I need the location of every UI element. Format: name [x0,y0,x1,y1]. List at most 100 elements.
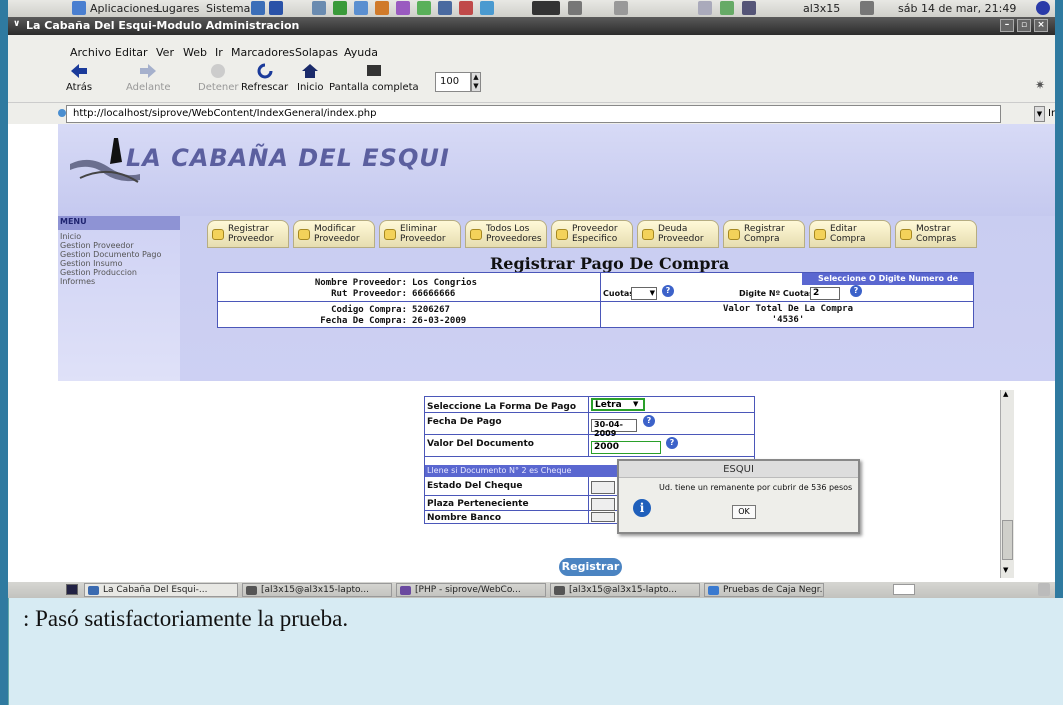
tray-icon[interactable] [742,1,756,15]
menu-item-informes[interactable]: Informes [60,277,95,286]
workspace-switcher[interactable] [893,584,915,595]
browser-toolbar: Atrás Adelante Detener Refrescar Inicio … [8,58,1055,102]
plaza-label: Plaza Perteneciente [427,499,529,509]
help-icon[interactable]: ? [666,437,678,449]
task-item[interactable]: [PHP - siprove/WebCo... [396,583,546,597]
valor-documento-input[interactable]: 2000 [591,441,661,454]
go-button[interactable]: Ir [1048,108,1055,119]
gnome-taskbar: La Cabaña Del Esqui-... [al3x15@al3x15-l… [8,582,1055,598]
dialog-title: ESQUI [619,461,858,478]
fullscreen-button[interactable]: Pantalla completa [329,62,419,93]
scrollbar-thumb[interactable] [1002,520,1013,560]
launcher-icon[interactable] [568,1,582,15]
help-icon[interactable]: ? [662,285,674,297]
valor-total-label: Valor Total De La Compra [722,304,854,314]
zoom-stepper[interactable]: ▲ ▼ [471,72,481,92]
tab-todos-los-proveedores[interactable]: Todos Los Proveedores [465,220,547,248]
network-icon[interactable] [860,1,874,15]
show-desktop-icon[interactable] [66,584,78,595]
table-divider [588,397,589,457]
writer-icon[interactable] [269,1,283,15]
power-icon[interactable] [1036,1,1050,15]
menu-item-gestion-insumo[interactable]: Gestion Insumo [60,259,123,268]
tab-eliminar-proveedor[interactable]: Eliminar Proveedor [379,220,461,248]
help-icon[interactable]: ? [643,415,655,427]
tab-deuda-proveedor[interactable]: Deuda Proveedor [637,220,719,248]
nombre-label: Nombre Proveedor: [314,278,407,288]
task-item[interactable]: [al3x15@al3x15-lapto... [242,583,392,597]
trash-icon[interactable] [1038,583,1050,596]
home-button[interactable]: Inicio [297,62,323,93]
task-item[interactable]: La Cabaña Del Esqui-... [84,583,238,597]
document-icon [708,586,719,595]
launcher-icon[interactable] [312,1,326,15]
launcher-icon[interactable] [396,1,410,15]
valor-documento-label: Valor Del Documento [427,439,534,449]
menu-item-gestion-documento-pago[interactable]: Gestion Documento Pago [60,250,161,259]
page-scrollbar[interactable]: ▲ ▼ [1000,390,1014,578]
editor-icon [400,586,411,595]
banco-input[interactable] [591,512,615,522]
panel-user[interactable]: al3x15 [803,2,840,15]
launcher-icon[interactable] [251,1,265,15]
plaza-input[interactable] [591,498,615,511]
screenshot: Aplicaciones Lugares Sistema al3x15 sáb … [8,0,1055,598]
scroll-up-icon[interactable]: ▲ [1003,390,1008,398]
page-title: Registrar Pago De Compra [490,254,730,273]
scroll-down-icon[interactable]: ▼ [1003,566,1008,574]
window-menu-icon[interactable]: ∨ [13,19,20,29]
reload-button[interactable]: Refrescar [241,62,288,93]
panel-menu-sistema[interactable]: Sistema [206,2,250,15]
tab-mostrar-compras[interactable]: Mostrar Compras [895,220,977,248]
dialog-ok-button[interactable]: OK [732,505,756,519]
cuotas-select[interactable]: ▼ [631,287,657,300]
tab-registrar-proveedor[interactable]: Registrar Proveedor [207,220,289,248]
tab-registrar-compra[interactable]: Registrar Compra [723,220,805,248]
terminal-icon[interactable] [532,1,560,15]
url-history-dropdown[interactable]: ▼ [1034,106,1045,122]
fecha-pago-label: Fecha De Pago [427,417,502,427]
menu-item-gestion-produccion[interactable]: Gestion Produccion [60,268,137,277]
tab-editar-compra[interactable]: Editar Compra [809,220,891,248]
tray-icon[interactable] [698,1,712,15]
task-item[interactable]: Pruebas de Caja Negr... [704,583,824,597]
estado-cheque-label: Estado Del Cheque [427,481,523,491]
launcher-icon[interactable] [417,1,431,15]
launcher-icon[interactable] [354,1,368,15]
launcher-icon[interactable] [375,1,389,15]
tab-modificar-proveedor[interactable]: Modificar Proveedor [293,220,375,248]
url-input[interactable]: http://localhost/siprove/WebContent/Inde… [66,105,1001,123]
launcher-icon[interactable] [333,1,347,15]
menu-item-inicio[interactable]: Inicio [60,232,81,241]
estado-cheque-select[interactable] [591,481,615,494]
registrar-button[interactable]: Registrar [559,558,622,576]
maximize-button[interactable]: ▫ [1017,19,1031,32]
launcher-icon[interactable] [480,1,494,15]
purchase-summary-table: Seleccione O Digite Numero de Cuotas Nom… [217,272,974,328]
forward-button[interactable]: Adelante [126,62,170,93]
gnome-foot-icon[interactable] [72,1,86,15]
panel-menu-aplicaciones[interactable]: Aplicaciones [90,2,159,15]
panel-clock[interactable]: sáb 14 de mar, 21:49 [898,2,1016,15]
zoom-input[interactable]: 100 [435,72,471,92]
minimize-button[interactable]: – [1000,19,1014,32]
fecha-pago-input[interactable]: 30-04-2009 [591,419,637,438]
folder-icon [814,229,826,240]
panel-menu-lugares[interactable]: Lugares [156,2,199,15]
menu-item-gestion-proveedor[interactable]: Gestion Proveedor [60,241,134,250]
folder-icon [384,229,396,240]
launcher-icon[interactable] [459,1,473,15]
back-button[interactable]: Atrás [66,62,92,93]
help-icon[interactable]: ? [850,285,862,297]
launcher-icon[interactable] [438,1,452,15]
close-button[interactable]: × [1034,19,1048,32]
digite-cuotas-input[interactable]: 2 [810,287,840,300]
tab-proveedor-especifico[interactable]: Proveedor Especifico [551,220,633,248]
fullscreen-icon [366,65,381,76]
launcher-icon[interactable] [614,1,628,15]
nombre-value: Los Congrios [412,278,478,288]
codigo-value: 5206267 [412,305,450,315]
task-item[interactable]: [al3x15@al3x15-lapto... [550,583,700,597]
tray-icon[interactable] [720,1,734,15]
stop-button[interactable]: Detener [198,62,239,93]
